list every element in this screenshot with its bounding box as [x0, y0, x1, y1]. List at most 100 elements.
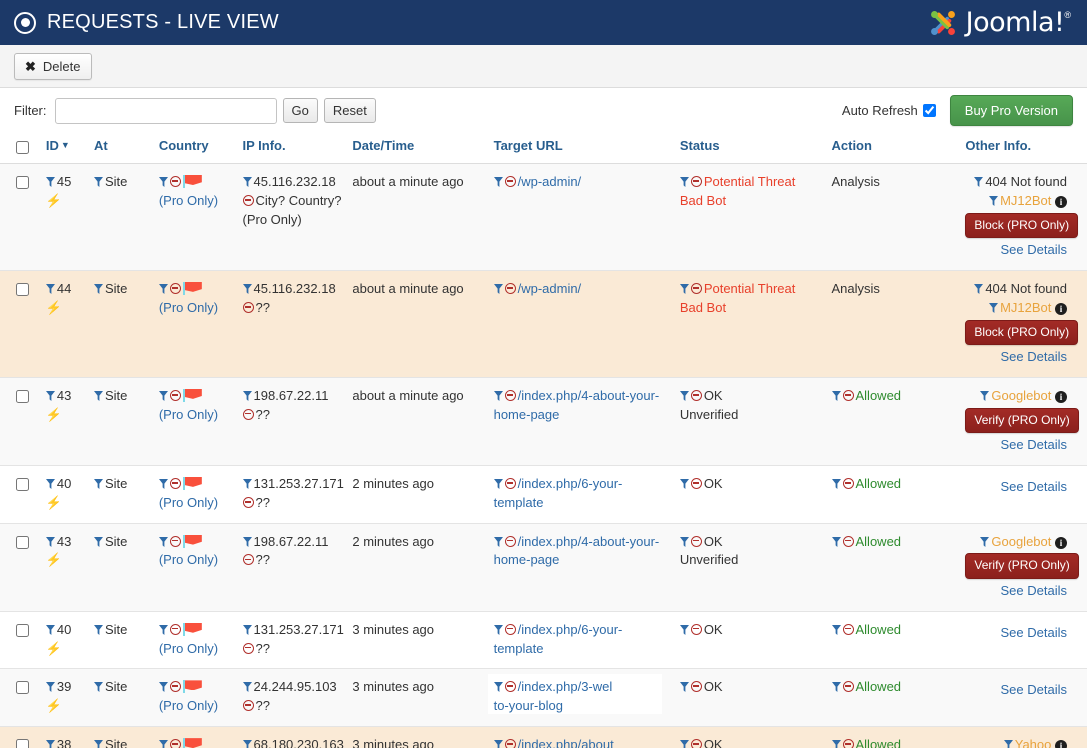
- filter-ip-icon[interactable]: [242, 177, 252, 187]
- block-country-icon[interactable]: [169, 477, 181, 489]
- filter-id-icon[interactable]: [45, 478, 55, 489]
- lightning-bolt-icon[interactable]: ⚡: [46, 699, 62, 712]
- block-action-icon[interactable]: [842, 389, 854, 401]
- row-select-checkbox[interactable]: [16, 176, 29, 189]
- block-action-icon[interactable]: [842, 477, 854, 489]
- pro-action-button[interactable]: Verify (PRO Only): [965, 553, 1079, 579]
- block-action-icon[interactable]: [842, 681, 854, 693]
- filter-bot-icon[interactable]: [1003, 740, 1013, 748]
- header-col-at[interactable]: At: [89, 133, 155, 164]
- filter-at-icon[interactable]: [93, 478, 103, 489]
- target-url-link[interactable]: /wp-admin/: [518, 281, 582, 296]
- table-row[interactable]: 44 ⚡ Site (Pro Only) 45.116.232.18?? abo…: [0, 270, 1087, 378]
- header-select-all[interactable]: [0, 133, 42, 164]
- filter-id-icon[interactable]: [45, 740, 55, 748]
- filter-action-icon[interactable]: [831, 740, 841, 748]
- filter-url-icon[interactable]: [493, 390, 503, 401]
- row-select-cell[interactable]: [0, 726, 42, 748]
- filter-country-icon[interactable]: [158, 682, 168, 693]
- pro-action-button[interactable]: Verify (PRO Only): [965, 407, 1079, 434]
- header-col-ip-info[interactable]: IP Info.: [238, 133, 349, 164]
- filter-action-icon[interactable]: [831, 536, 841, 547]
- block-ip-icon[interactable]: [242, 554, 254, 566]
- filter-url-icon[interactable]: [493, 283, 503, 294]
- filter-at-icon[interactable]: [93, 390, 103, 401]
- filter-country-icon[interactable]: [158, 536, 168, 547]
- auto-refresh-checkbox[interactable]: [922, 104, 936, 117]
- filter-id-icon[interactable]: [45, 283, 55, 294]
- see-details-link[interactable]: See Details: [965, 436, 1067, 455]
- filter-at-icon[interactable]: [93, 682, 103, 693]
- row-select-cell[interactable]: [0, 270, 42, 378]
- block-url-icon[interactable]: [504, 389, 516, 401]
- block-ip-icon[interactable]: [242, 301, 254, 313]
- reset-button[interactable]: Reset: [323, 98, 376, 123]
- filter-ip-icon[interactable]: [242, 740, 252, 748]
- row-select-checkbox[interactable]: [16, 739, 29, 748]
- filter-id-icon[interactable]: [45, 390, 55, 401]
- block-country-icon[interactable]: [169, 389, 181, 401]
- row-select-checkbox[interactable]: [16, 623, 29, 637]
- header-col-other-info[interactable]: Other Info.: [961, 133, 1087, 164]
- filter-at-icon[interactable]: [93, 624, 103, 635]
- row-select-checkbox[interactable]: [16, 282, 29, 296]
- target-url-link[interactable]: /index.php/about: [518, 737, 614, 748]
- filter-url-icon[interactable]: [493, 536, 503, 547]
- see-details-link[interactable]: See Details: [965, 582, 1067, 601]
- filter-ip-icon[interactable]: [242, 536, 252, 547]
- filter-status-icon[interactable]: [679, 177, 689, 187]
- filter-at-icon[interactable]: [93, 740, 103, 748]
- row-select-checkbox[interactable]: [16, 535, 29, 549]
- filter-bot-icon[interactable]: [980, 390, 990, 401]
- filter-country-icon[interactable]: [158, 283, 168, 294]
- filter-action-icon[interactable]: [831, 390, 841, 401]
- filter-at-icon[interactable]: [93, 177, 103, 187]
- block-country-icon[interactable]: [169, 739, 181, 748]
- lightning-bolt-icon[interactable]: ⚡: [46, 301, 62, 314]
- block-country-icon[interactable]: [169, 282, 181, 294]
- filter-country-icon[interactable]: [158, 177, 168, 187]
- filter-at-icon[interactable]: [93, 536, 103, 547]
- filter-url-icon[interactable]: [493, 177, 503, 187]
- block-action-icon[interactable]: [842, 623, 854, 635]
- row-select-checkbox[interactable]: [16, 681, 29, 695]
- table-row[interactable]: 43 ⚡ Site (Pro Only) 198.67.22.11?? 2 mi…: [0, 523, 1087, 612]
- row-select-cell[interactable]: [0, 163, 42, 271]
- block-status-icon[interactable]: [690, 739, 702, 748]
- select-all-checkbox[interactable]: [16, 141, 29, 154]
- filter-ip-icon[interactable]: [242, 624, 252, 635]
- filter-input[interactable]: [54, 97, 277, 124]
- row-select-cell[interactable]: [0, 668, 42, 728]
- filter-status-icon[interactable]: [679, 624, 689, 635]
- row-select-cell[interactable]: [0, 465, 42, 524]
- filter-id-icon[interactable]: [45, 177, 55, 187]
- filter-id-icon[interactable]: [45, 624, 55, 635]
- lightning-bolt-icon[interactable]: ⚡: [46, 496, 62, 509]
- target-url-link[interactable]: /wp-admin/: [518, 174, 582, 189]
- block-action-icon[interactable]: [842, 535, 854, 547]
- block-status-icon[interactable]: [690, 477, 702, 489]
- filter-country-icon[interactable]: [158, 740, 168, 748]
- row-select-cell[interactable]: [0, 523, 42, 612]
- table-row[interactable]: 43 ⚡ Site (Pro Only) 198.67.22.11?? abou…: [0, 377, 1087, 466]
- filter-bot-icon[interactable]: [989, 302, 999, 313]
- block-ip-icon[interactable]: [242, 700, 254, 712]
- block-status-icon[interactable]: [690, 282, 702, 294]
- block-country-icon[interactable]: [169, 623, 181, 635]
- go-button[interactable]: Go: [282, 98, 318, 123]
- table-row[interactable]: 38 ⚡ Site (Pro Only) 68.180.230.163?? 3 …: [0, 726, 1087, 748]
- filter-status-icon[interactable]: [679, 536, 689, 547]
- filter-other-icon[interactable]: [974, 177, 984, 187]
- info-icon[interactable]: i: [1055, 390, 1067, 403]
- filter-url-icon[interactable]: [493, 682, 503, 693]
- block-status-icon[interactable]: [690, 176, 702, 187]
- block-ip-icon[interactable]: [242, 496, 254, 508]
- filter-id-icon[interactable]: [45, 536, 55, 547]
- filter-bot-icon[interactable]: [989, 195, 999, 206]
- target-url-link[interactable]: /index.php/4-about-your-home-page: [494, 388, 660, 422]
- filter-url-icon[interactable]: [493, 740, 503, 748]
- auto-refresh-toggle[interactable]: Auto Refresh: [842, 103, 936, 118]
- block-country-icon[interactable]: [169, 535, 181, 547]
- see-details-link[interactable]: See Details: [965, 624, 1067, 643]
- header-col-target-url[interactable]: Target URL: [489, 133, 676, 164]
